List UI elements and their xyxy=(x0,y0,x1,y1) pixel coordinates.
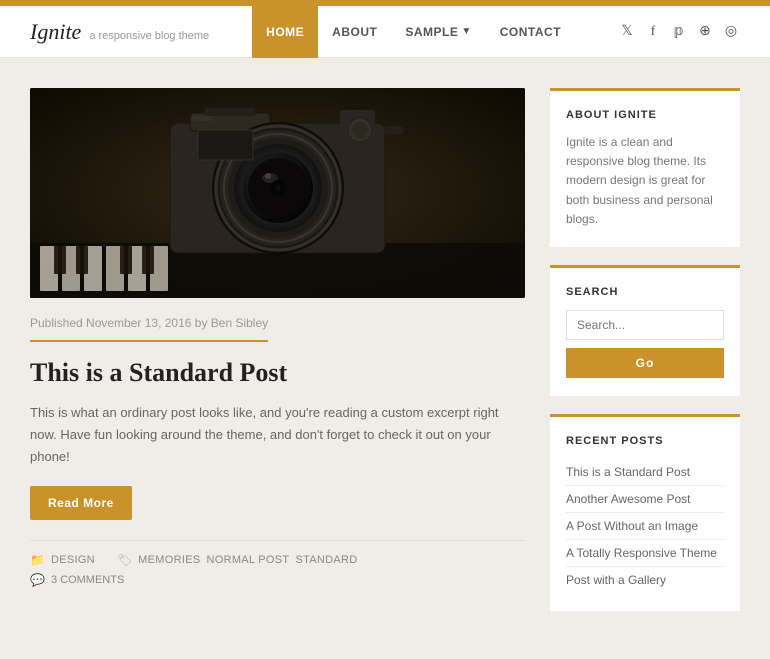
category-design[interactable]: DESIGN xyxy=(51,554,95,566)
logo-area: Ignite a responsive blog theme xyxy=(30,19,209,45)
search-widget: SEARCH Go xyxy=(550,265,740,396)
tag-normal-post[interactable]: NORMAL POST xyxy=(206,554,289,566)
tag-memories[interactable]: MEMORIES xyxy=(138,554,200,566)
nav-item-home[interactable]: HOME xyxy=(252,6,318,58)
recent-post-item[interactable]: A Post Without an Image xyxy=(566,513,724,540)
post-footer: 📁 DESIGN 🏷 MEMORIES NORMAL POST STANDARD… xyxy=(30,540,525,587)
rss-icon[interactable]: ⊕ xyxy=(696,23,714,41)
recent-post-item[interactable]: Post with a Gallery xyxy=(566,567,724,593)
post-title: This is a Standard Post xyxy=(30,356,525,390)
folder-icon: 📁 xyxy=(30,553,45,567)
comments-count[interactable]: 3 COMMENTS xyxy=(51,574,124,586)
content-area: Published November 13, 2016 by Ben Sible… xyxy=(30,88,525,629)
post-meta: Published November 13, 2016 by Ben Sible… xyxy=(30,316,268,342)
featured-image xyxy=(30,88,525,298)
social-icons-group: 𝕏 f 𝕡 ⊕ ◎ xyxy=(618,23,740,41)
comments-icon: 💬 xyxy=(30,573,45,587)
nav-item-about[interactable]: ABOUT xyxy=(318,6,391,58)
about-widget-text: Ignite is a clean and responsive blog th… xyxy=(566,133,724,229)
post-meta-text: Published November 13, 2016 by Ben Sible… xyxy=(30,316,268,330)
dropdown-arrow-icon: ▼ xyxy=(461,26,471,37)
pinterest-icon[interactable]: 𝕡 xyxy=(670,23,688,41)
nav-item-sample[interactable]: SAMPLE ▼ xyxy=(391,6,485,58)
search-widget-title: SEARCH xyxy=(566,286,724,298)
nav-item-contact[interactable]: CONTACT xyxy=(486,6,575,58)
site-header: Ignite a responsive blog theme HOME ABOU… xyxy=(0,6,770,58)
facebook-icon[interactable]: f xyxy=(644,23,662,41)
sidebar: ABOUT IGNITE Ignite is a clean and respo… xyxy=(550,88,740,629)
main-container: Published November 13, 2016 by Ben Sible… xyxy=(0,58,770,659)
recent-posts-list: This is a Standard PostAnother Awesome P… xyxy=(566,459,724,593)
recent-posts-title: RECENT POSTS xyxy=(566,435,724,447)
site-tagline: a responsive blog theme xyxy=(89,30,209,42)
categories-row: 📁 DESIGN 🏷 MEMORIES NORMAL POST STANDARD xyxy=(30,553,525,567)
read-more-button[interactable]: Read More xyxy=(30,486,132,520)
recent-posts-widget: RECENT POSTS This is a Standard PostAnot… xyxy=(550,414,740,611)
camera-illustration xyxy=(30,88,525,298)
search-input[interactable] xyxy=(566,310,724,340)
site-title[interactable]: Ignite xyxy=(30,19,81,45)
main-nav: HOME ABOUT SAMPLE ▼ CONTACT xyxy=(252,6,575,58)
about-widget: ABOUT IGNITE Ignite is a clean and respo… xyxy=(550,88,740,247)
search-go-button[interactable]: Go xyxy=(566,348,724,378)
recent-post-item[interactable]: This is a Standard Post xyxy=(566,459,724,486)
tag-standard[interactable]: STANDARD xyxy=(295,554,357,566)
comments-row: 💬 3 COMMENTS xyxy=(30,573,525,587)
post-excerpt: This is what an ordinary post looks like… xyxy=(30,402,525,468)
recent-post-item[interactable]: Another Awesome Post xyxy=(566,486,724,513)
twitter-icon[interactable]: 𝕏 xyxy=(618,23,636,41)
recent-post-item[interactable]: A Totally Responsive Theme xyxy=(566,540,724,567)
tag-icon: 🏷 xyxy=(117,553,132,567)
instagram-icon[interactable]: ◎ xyxy=(722,23,740,41)
about-widget-title: ABOUT IGNITE xyxy=(566,109,724,121)
